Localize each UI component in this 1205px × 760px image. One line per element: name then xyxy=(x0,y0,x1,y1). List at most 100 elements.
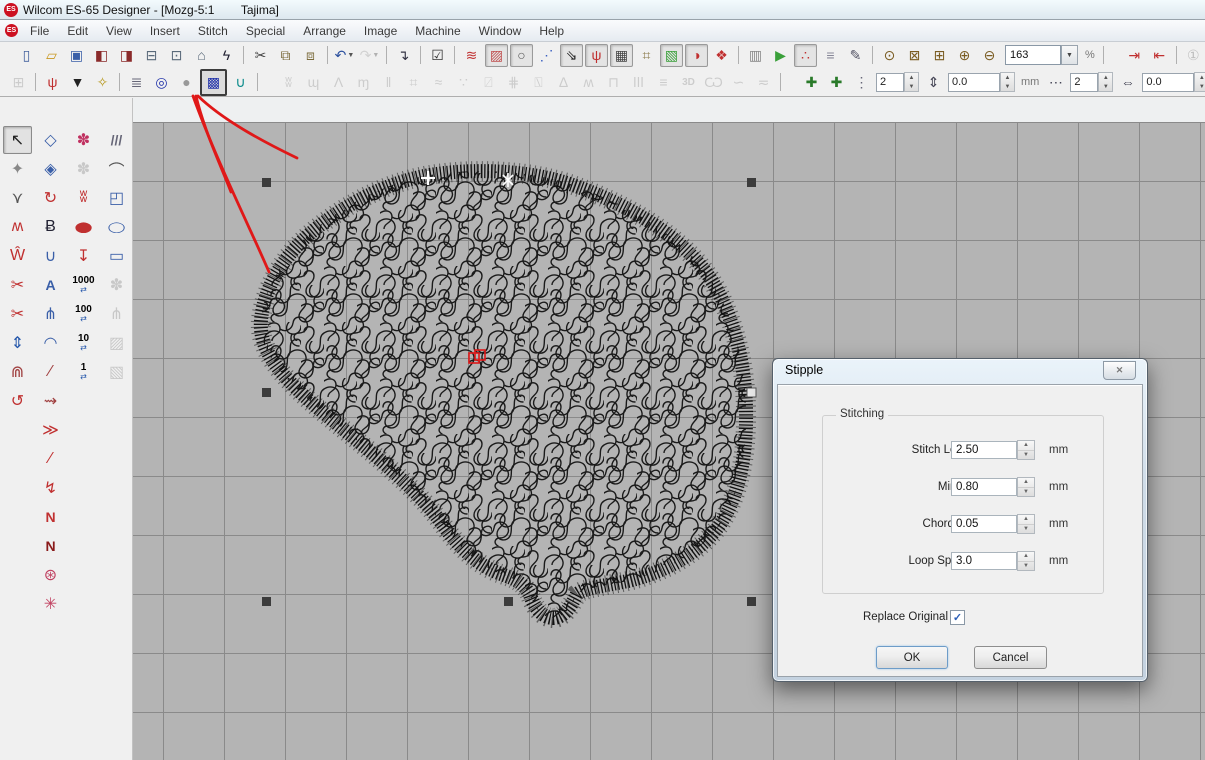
jump-10-tool[interactable]: 10⇄ xyxy=(69,329,98,357)
satin-column-tool[interactable]: ⬤ xyxy=(69,213,98,241)
loop-spacing-input[interactable] xyxy=(951,552,1017,570)
show-outlines-icon[interactable]: ○ xyxy=(510,44,533,67)
select-object-tool[interactable]: ↖ xyxy=(3,126,32,154)
array-offset-spinner[interactable]: 0.0▲▼ xyxy=(1142,72,1205,92)
array-offset-value[interactable]: 0.0 xyxy=(1142,73,1194,92)
dropdown-arrow-icon[interactable]: ▼ xyxy=(372,52,379,59)
simple-offset-icon[interactable]: ● xyxy=(175,71,198,94)
wreath-offset-value[interactable]: 0.0 xyxy=(948,73,1000,92)
array-count-value[interactable]: 2 xyxy=(1070,73,1098,92)
ellipse-digitize-tool[interactable]: ◯ xyxy=(102,213,131,241)
kiosk-icon[interactable]: ⋮ xyxy=(850,71,873,94)
outline-offsets-icon[interactable]: ◎ xyxy=(150,71,173,94)
thread-colors-icon[interactable]: ❖ xyxy=(710,44,733,67)
mirror-merge-v-icon[interactable]: ✚ xyxy=(825,71,848,94)
show-backdrop-icon[interactable]: ▧ xyxy=(660,44,683,67)
undo-icon[interactable]: ↶▼ xyxy=(333,44,356,67)
spin-down-icon[interactable]: ▼ xyxy=(905,82,918,91)
branching-icon[interactable]: ∪ xyxy=(229,71,252,94)
ok-button[interactable]: OK xyxy=(876,646,948,669)
motif-line-tool[interactable]: ≫ xyxy=(36,416,65,444)
cut-icon[interactable]: ✂ xyxy=(249,44,272,67)
stitch-edit-icon[interactable]: ψ xyxy=(41,71,64,94)
orientation-tool[interactable]: ↺ xyxy=(3,387,32,415)
cap-frame-tool[interactable]: ◠ xyxy=(36,329,65,357)
menu-help[interactable]: Help xyxy=(530,22,573,40)
min-len-input[interactable] xyxy=(951,478,1017,496)
zigzag-column-tool[interactable]: ʬ xyxy=(69,184,98,212)
paste-icon[interactable]: ⧈ xyxy=(299,44,322,67)
add-holes-icon[interactable]: ✧ xyxy=(91,71,114,94)
weave-lines-tool[interactable]: /// xyxy=(102,126,131,154)
stitch-length-spinner[interactable]: ▲▼ xyxy=(1017,440,1035,460)
spacing-icon-1-icon[interactable]: ⇕ xyxy=(922,71,945,94)
auto-options-icon[interactable]: ☑ xyxy=(426,44,449,67)
needle-penetration-tool[interactable]: ↧ xyxy=(69,242,98,270)
remove-stitches-icon[interactable]: ⇤ xyxy=(1148,44,1171,67)
menu-file[interactable]: File xyxy=(21,22,58,40)
zoom-out-icon[interactable]: ⊖ xyxy=(978,44,1001,67)
mirror-merge-h-icon[interactable]: ✚ xyxy=(800,71,823,94)
reshape-special-tool[interactable]: ◈ xyxy=(36,155,65,183)
menu-image[interactable]: Image xyxy=(355,22,406,40)
wreath-offset-spinner[interactable]: 0.0▲▼ xyxy=(948,72,1015,92)
spin-down-icon[interactable]: ▼ xyxy=(1018,488,1034,497)
replace-original-checkbox[interactable]: ✓ xyxy=(950,610,965,625)
stitch-spacing-tool[interactable]: ⇕ xyxy=(3,329,32,357)
array-icon-icon[interactable]: ⋯ xyxy=(1044,71,1067,94)
design-canvas[interactable]: Stipple ✕ Stitching Stitch Length:▲▼mmMi… xyxy=(133,98,1205,760)
spin-up-icon[interactable]: ▲ xyxy=(1099,73,1112,82)
print-preview-icon[interactable]: ⊡ xyxy=(165,44,188,67)
filled-n-tool[interactable]: N xyxy=(36,532,65,560)
loop-spacing-spinner[interactable]: ▲▼ xyxy=(1017,551,1035,571)
zoom-level-combo[interactable]: 163▼ xyxy=(1005,45,1078,65)
zoom-in-icon[interactable]: ⊕ xyxy=(953,44,976,67)
show-stitches-icon[interactable]: ≋ xyxy=(460,44,483,67)
menu-machine[interactable]: Machine xyxy=(406,22,469,40)
open-design-icon[interactable]: ▱ xyxy=(40,44,63,67)
show-pointer-icon[interactable]: ⇘ xyxy=(560,44,583,67)
outline-n-tool[interactable]: N xyxy=(36,503,65,531)
dialog-close-button[interactable]: ✕ xyxy=(1103,361,1136,380)
closest-join-icon[interactable]: ▼ xyxy=(66,71,89,94)
insert-motif-tool[interactable]: ✽ xyxy=(69,126,98,154)
reshape-object-tool[interactable]: ◇ xyxy=(36,126,65,154)
zoom-box-icon[interactable]: ⊠ xyxy=(903,44,926,67)
spin-up-icon[interactable]: ▲ xyxy=(1195,73,1205,82)
spacing-icon-2-icon[interactable]: ⇔ xyxy=(1116,71,1139,94)
zoom-1-1-icon[interactable]: ⊙ xyxy=(878,44,901,67)
show-dots-icon[interactable]: ⋰ xyxy=(535,44,558,67)
array-count-spinner[interactable]: 2▲▼ xyxy=(1070,72,1113,92)
chevron-down-icon[interactable]: ▼ xyxy=(1061,45,1078,65)
spin-down-icon[interactable]: ▼ xyxy=(1195,82,1205,91)
split-object-tool[interactable]: ⋎ xyxy=(3,184,32,212)
stitch-list-icon[interactable]: ≣ xyxy=(125,71,148,94)
spin-up-icon[interactable]: ▲ xyxy=(1018,515,1034,525)
lettering-tool[interactable]: A xyxy=(36,271,65,299)
show-needle-points-icon[interactable]: ψ xyxy=(585,44,608,67)
menu-insert[interactable]: Insert xyxy=(141,22,189,40)
rectangle-digitize-tool[interactable]: ▭ xyxy=(102,242,131,270)
spin-down-icon[interactable]: ▼ xyxy=(1001,82,1014,91)
spin-up-icon[interactable]: ▲ xyxy=(905,73,918,82)
stipple-fill-icon[interactable]: ▩ xyxy=(200,69,227,96)
freehand-select-tool[interactable]: ✦ xyxy=(3,155,32,183)
show-hoop-icon[interactable]: ⌗ xyxy=(635,44,658,67)
single-line-tool[interactable]: ∕ xyxy=(36,445,65,473)
insert-stitches-icon[interactable]: ⇥ xyxy=(1123,44,1146,67)
applique-tool[interactable]: ∪ xyxy=(36,242,65,270)
show-design-colors-icon[interactable]: ◑ xyxy=(685,44,708,67)
wreath-count-value[interactable]: 2 xyxy=(876,73,904,92)
spin-up-icon[interactable]: ▲ xyxy=(1018,478,1034,488)
menu-window[interactable]: Window xyxy=(470,22,531,40)
used-colors-icon[interactable]: ∴ xyxy=(794,44,817,67)
run-stitch-tool[interactable]: ʍ xyxy=(3,213,32,241)
min-len-spinner[interactable]: ▲▼ xyxy=(1017,477,1035,497)
stitch-length-input[interactable] xyxy=(951,441,1017,459)
team-names-tool[interactable]: ⋔ xyxy=(36,300,65,328)
power-stitch-tool[interactable]: ↯ xyxy=(36,474,65,502)
save-machine-file-icon[interactable]: ◧ xyxy=(90,44,113,67)
zoom-fit-icon[interactable]: ⊞ xyxy=(928,44,951,67)
copy-icon[interactable]: ⧉ xyxy=(274,44,297,67)
menu-stitch[interactable]: Stitch xyxy=(189,22,237,40)
